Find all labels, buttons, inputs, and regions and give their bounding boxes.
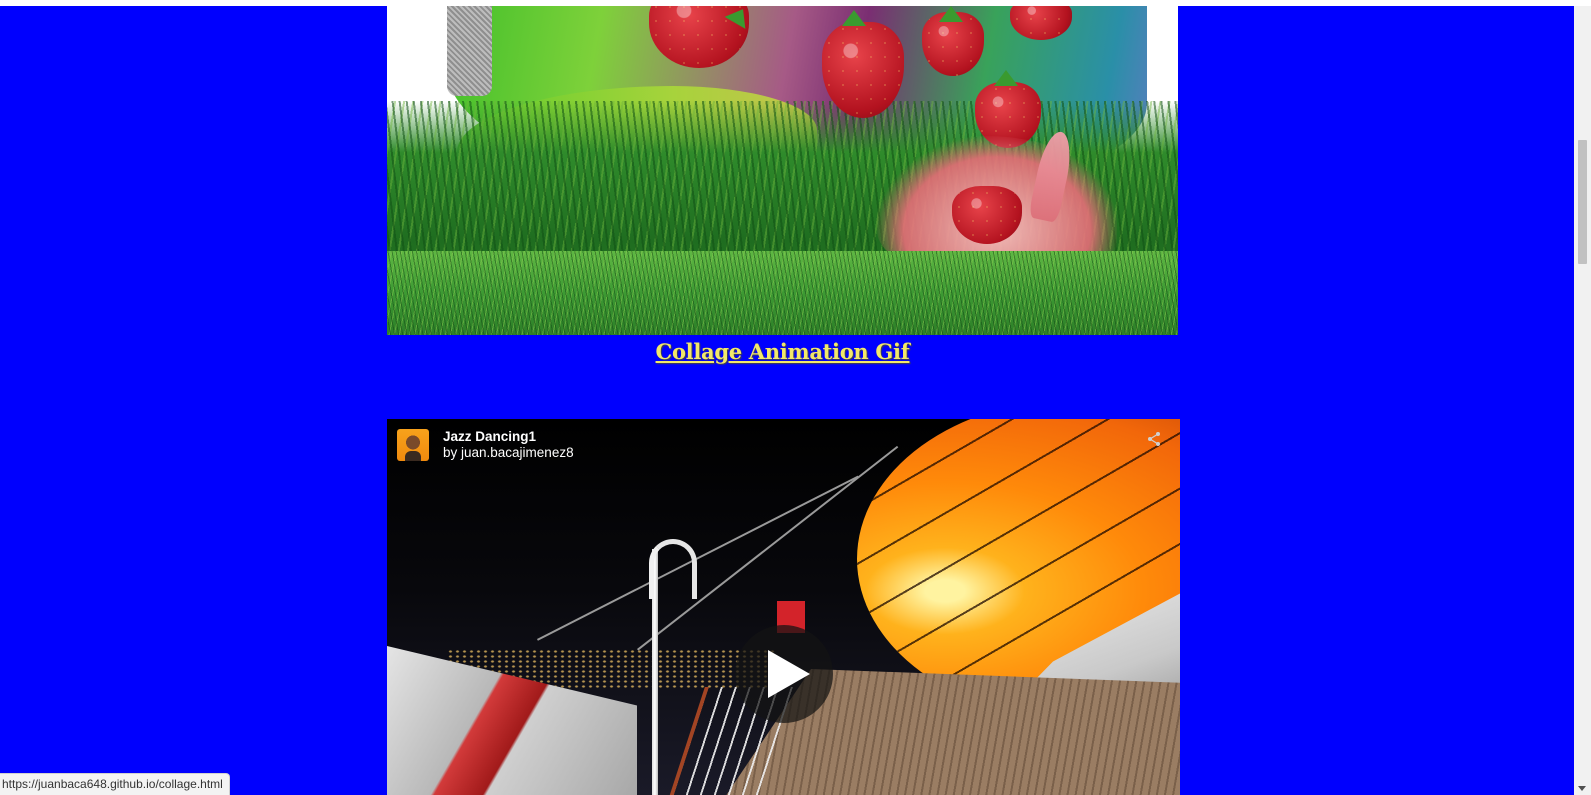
collage-animation-image [387, 6, 1178, 335]
scrollbar-thumb[interactable] [1578, 140, 1587, 264]
play-button[interactable] [735, 625, 833, 723]
status-bar-url: https://juanbaca648.github.io/collage.ht… [0, 773, 230, 795]
video-embed[interactable]: Jazz Dancing1 by juan.bacajimenez8 [387, 419, 1180, 795]
video-header: Jazz Dancing1 by juan.bacajimenez8 [397, 429, 574, 461]
video-author[interactable]: by juan.bacajimenez8 [443, 445, 574, 461]
strawberry-leaf-5 [994, 70, 1018, 86]
vertical-scrollbar[interactable] [1574, 6, 1591, 795]
share-icon[interactable] [1146, 431, 1162, 447]
video-pole-hook [649, 539, 697, 599]
video-meta: Jazz Dancing1 by juan.bacajimenez8 [443, 429, 574, 461]
collage-gray-shape [447, 6, 492, 96]
scroll-down-arrow-icon[interactable] [1578, 786, 1586, 791]
strawberry-leaf-2 [842, 10, 866, 26]
collage-caption[interactable]: Collage Animation Gif [387, 339, 1178, 364]
strawberry-leaf-3 [939, 6, 963, 22]
video-title[interactable]: Jazz Dancing1 [443, 429, 574, 445]
collage-grass-front [387, 251, 1178, 335]
page-viewport: Collage Animation Gif Jazz Dancing1 by j… [0, 6, 1574, 795]
avatar[interactable] [397, 429, 429, 461]
play-icon [768, 650, 810, 698]
